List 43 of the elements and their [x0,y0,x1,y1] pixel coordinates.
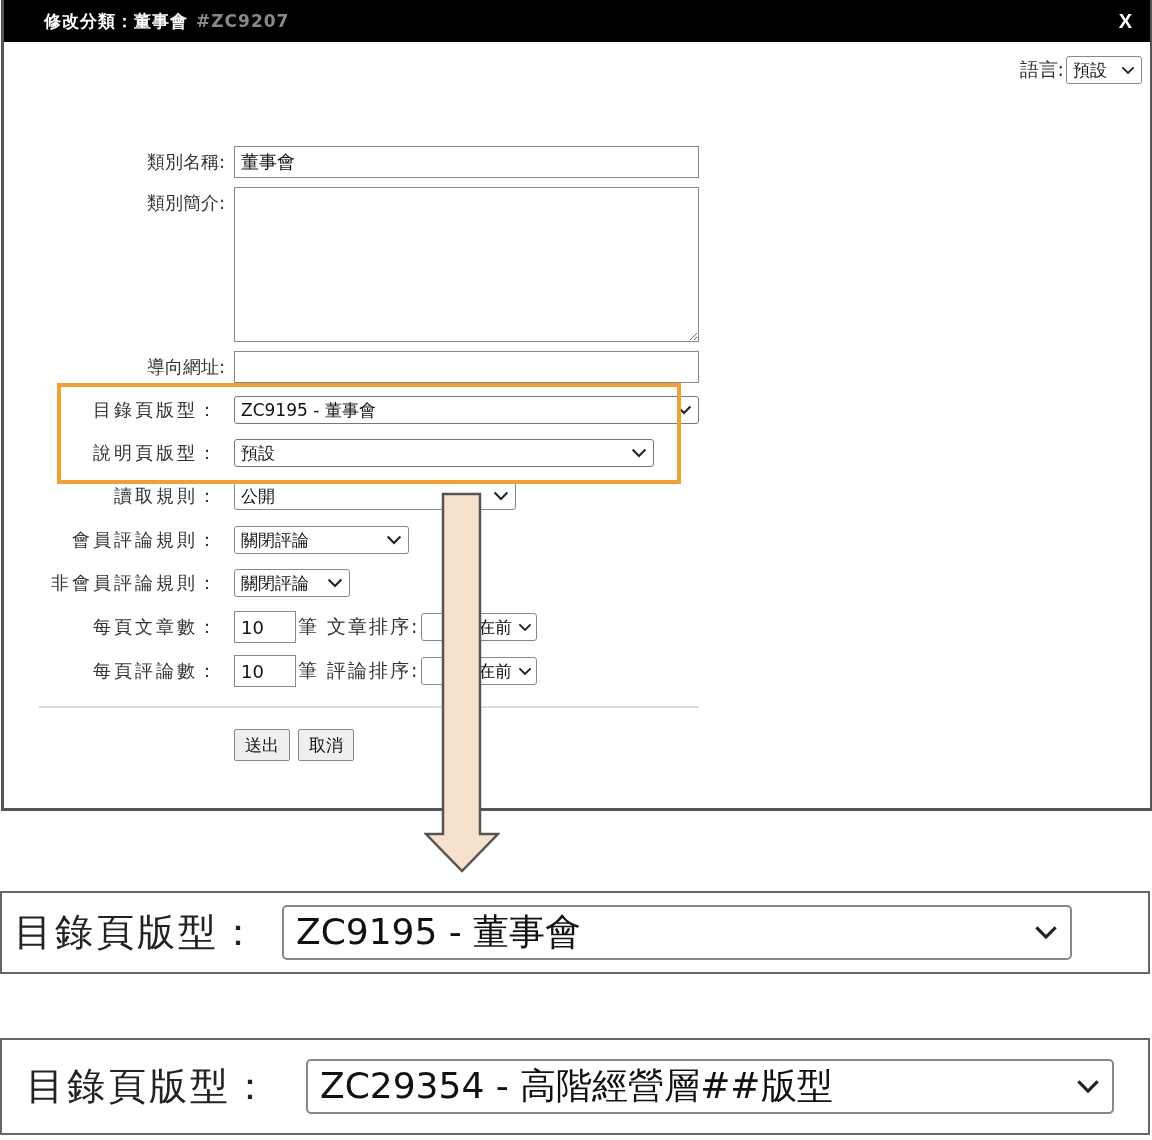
language-select[interactable]: 預設 [1066,56,1142,84]
field-label: 說明頁版型： [93,441,219,465]
chevron-icon [386,535,402,545]
number-field[interactable]: 10 [234,611,296,643]
chevron-icon [493,491,509,501]
sort-label: 評論排序: [327,658,420,683]
field-label: 會員評論規則： [72,528,219,552]
field-label: 非會員評論規則： [51,571,219,595]
dropdown-select[interactable]: 關閉評論 [234,569,350,597]
close-button[interactable]: X [1118,9,1132,33]
field-label: 類別簡介: [146,191,225,215]
unit-label: 筆 [298,658,317,683]
form-button[interactable]: 送出 [234,729,290,761]
dropdown-select[interactable]: ZC9195 - 董事會 [234,396,699,424]
field-label: 每頁評論數： [93,659,219,683]
number-field[interactable]: 10 [234,655,296,687]
dropdown-select[interactable]: 關閉評論 [234,526,409,554]
field-label: 每頁文章數： [93,615,219,639]
chevron-icon [1076,1079,1100,1094]
language-label: 語言: [1019,57,1064,82]
input-field[interactable]: 董事會 [234,146,699,178]
sort-label: 文章排序: [327,614,420,639]
field-label: 讀取規則： [114,484,219,508]
field-label: 類別名稱: [146,150,225,174]
chevron-icon [631,448,647,458]
dropdown-select[interactable]: ZC29354 - 高階經營層##版型 [306,1059,1114,1114]
input-field[interactable] [234,351,699,383]
category-id: #ZC9207 [196,11,290,31]
chevron-icon [1034,925,1058,940]
form-button[interactable]: 取消 [298,729,354,761]
chevron-icon [327,578,343,588]
field-label: 目錄頁版型： [14,909,260,956]
chevron-icon [518,666,533,676]
field-label: 導向網址: [146,355,225,379]
textarea-field[interactable] [234,187,699,342]
dropdown-select[interactable]: 預設 [234,439,654,467]
chevron-icon [1121,65,1135,75]
dropdown-select[interactable]: ZC9195 - 董事會 [282,905,1072,960]
window-title: 修改分類：董事會 [44,9,188,33]
field-label: 目錄頁版型： [93,398,219,422]
chevron-icon [518,622,533,632]
unit-label: 筆 [298,614,317,639]
field-label: 目錄頁版型： [26,1063,272,1110]
